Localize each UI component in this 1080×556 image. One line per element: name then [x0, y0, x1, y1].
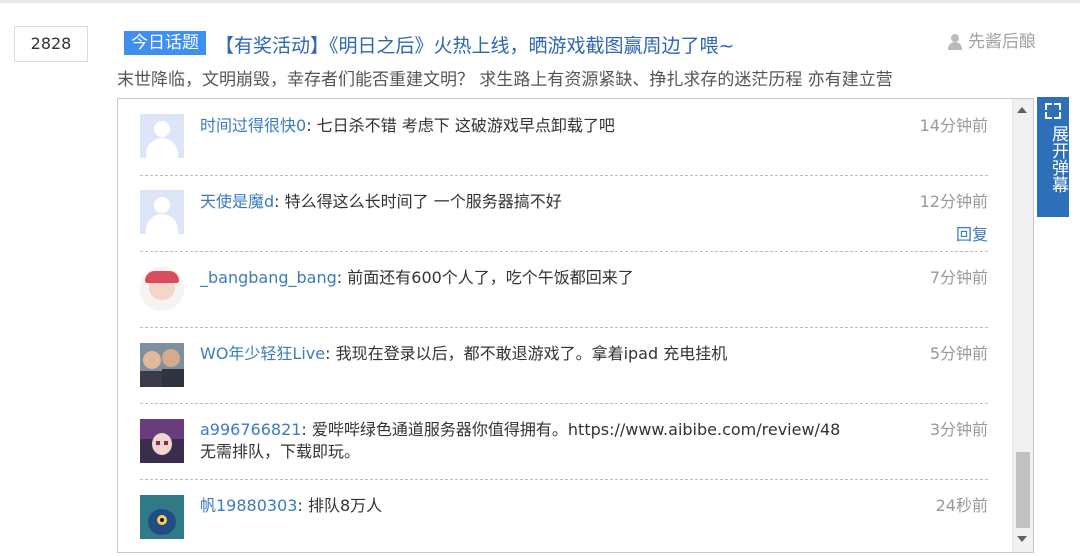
reply-count: 2828	[14, 26, 88, 62]
reply-button[interactable]: 回复	[956, 224, 988, 246]
comment-text: a996766821: 爱哔哔绿色通道服务器你值得拥有。https://www.…	[200, 419, 840, 441]
comment-time: 7分钟前	[929, 268, 988, 287]
comment-separator: :	[325, 344, 336, 363]
comment-body: 前面还有600个人了，吃个午饭都回来了	[347, 268, 634, 287]
expand-danmaku-button[interactable]: 展开弹幕	[1037, 97, 1069, 217]
expand-icon	[1045, 103, 1061, 119]
scrollbar[interactable]	[1012, 99, 1033, 552]
comment-separator: :	[301, 420, 312, 439]
comment-username[interactable]: 时间过得很快0	[200, 116, 306, 135]
comment-body: 我现在登录以后，都不敢退游戏了。拿着ipad 充电挂机	[335, 344, 728, 363]
comment-body-continued: 无需排队，下载即玩。	[200, 442, 361, 461]
divider	[140, 327, 988, 328]
comment-separator: :	[297, 496, 308, 515]
comment-separator: :	[274, 192, 285, 211]
topic-description: 末世降临，文明崩毁，幸存者们能否重建文明？ 求生路上有资源紧缺、挣扎求存的迷茫历…	[117, 70, 893, 90]
topic-badge: 今日话题	[124, 31, 206, 55]
baby-avatar[interactable]	[140, 267, 184, 311]
couple-avatar[interactable]	[140, 343, 184, 387]
comment-text: 时间过得很快0: 七日杀不错 考虑下 这破游戏早点卸载了吧	[200, 115, 615, 137]
comment-text: 天使是魔d: 特么得这么长时间了 一个服务器搞不好	[200, 191, 562, 213]
comment-text: 帆19880303: 排队8万人	[200, 495, 382, 517]
default-avatar[interactable]	[140, 114, 184, 158]
comment-username[interactable]: 天使是魔d	[200, 192, 274, 211]
comment-username[interactable]: 帆19880303	[200, 496, 297, 515]
comment-username[interactable]: a996766821	[200, 420, 301, 439]
monster-avatar[interactable]	[140, 495, 184, 539]
comment-text: _bangbang_bang: 前面还有600个人了，吃个午饭都回来了	[200, 267, 634, 289]
comment-username[interactable]: WO年少轻狂Live	[200, 344, 325, 363]
comment-body: 特么得这么长时间了 一个服务器搞不好	[284, 192, 562, 211]
expand-danmaku-label: 展开弹幕	[1048, 125, 1068, 193]
comment-separator: :	[306, 116, 317, 135]
comment-time: 24秒前	[935, 496, 988, 515]
divider	[140, 479, 988, 480]
author-name: 先酱后酿	[968, 32, 1036, 52]
topic-title-link[interactable]: 【有奖活动】《明日之后》火热上线，晒游戏截图赢周边了喂~	[215, 33, 734, 59]
user-icon	[947, 34, 963, 50]
default-avatar[interactable]	[140, 190, 184, 234]
comment-body: 七日杀不错 考虑下 这破游戏早点卸载了吧	[316, 116, 615, 135]
comment-time: 12分钟前	[919, 192, 988, 211]
divider	[140, 403, 988, 404]
comment-time: 5分钟前	[929, 344, 988, 363]
anime-avatar[interactable]	[140, 419, 184, 463]
comment-text: WO年少轻狂Live: 我现在登录以后，都不敢退游戏了。拿着ipad 充电挂机	[200, 343, 727, 365]
comment-panel: 时间过得很快0: 七日杀不错 考虑下 这破游戏早点卸载了吧 14分钟前 天使是魔…	[117, 98, 1034, 553]
comment-body: 排队8万人	[307, 496, 383, 515]
divider	[140, 175, 988, 176]
scroll-up-arrow-icon[interactable]	[1017, 107, 1027, 113]
scrollbar-thumb[interactable]	[1016, 452, 1030, 528]
scroll-down-arrow-icon[interactable]	[1017, 536, 1027, 542]
comment-separator: :	[336, 268, 348, 287]
comment-time: 3分钟前	[929, 420, 988, 439]
top-border	[0, 0, 1080, 3]
comment-body: 爱哔哔绿色通道服务器你值得拥有。https://www.aibibe.com/r…	[311, 420, 841, 439]
divider	[140, 251, 988, 252]
comment-time: 14分钟前	[919, 116, 988, 135]
comment-username[interactable]: _bangbang_bang	[200, 268, 337, 287]
topic-author[interactable]: 先酱后酿	[947, 31, 1036, 53]
